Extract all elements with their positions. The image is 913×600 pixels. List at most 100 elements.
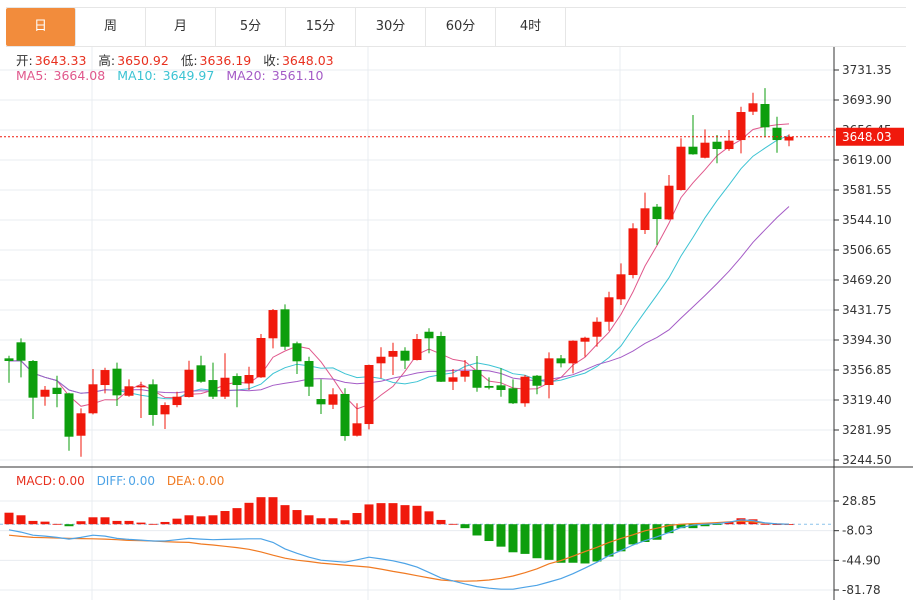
macd-bar [496,524,506,547]
macd-bar [52,523,62,525]
candle-body [376,356,386,364]
candle-body [424,331,434,339]
ma5-value: 3664.08 [53,68,106,83]
price-tick-label: 3394.30 [842,333,892,347]
dea-value: 0.00 [197,474,225,488]
tab-day[interactable]: 日 [6,8,76,46]
candle-body [700,142,710,158]
tab-5min[interactable]: 5分 [216,8,286,46]
price-tick-label: 3281.95 [842,423,892,437]
candle-body [100,370,110,386]
ma20-line [8,206,790,394]
macd-value: 0.00 [58,474,85,488]
kline-chart[interactable]: 3731.353693.903656.453619.003581.553544.… [0,0,913,600]
tab-60min[interactable]: 60分 [426,8,496,46]
macd-bar [484,524,494,542]
tab-30min[interactable]: 30分 [356,8,426,46]
ma10-line [8,134,790,400]
macd-bar [100,517,110,525]
tab-15min[interactable]: 15分 [286,8,356,46]
candle-body [604,297,614,322]
close-value: 3648.03 [281,53,334,68]
candle-body [784,136,794,141]
tab-4hour[interactable]: 4时 [496,8,566,46]
candle-body [184,369,194,398]
candle-body [760,104,770,128]
ma10-label: MA10: [117,68,157,83]
macd-bar [436,519,446,525]
price-tick-label: 3731.35 [842,63,892,77]
macd-bar [184,515,194,525]
macd-bar [40,521,50,525]
macd-bar [316,518,326,525]
candle-body [712,141,722,150]
macd-bar [424,511,434,525]
candle-body [748,103,758,112]
candle-body [556,358,566,364]
candle-body [448,377,458,382]
macd-bar [400,505,410,525]
diff-value: 0.00 [128,474,155,488]
candle-body [508,388,518,404]
macd-bar [88,517,98,525]
candle-body [520,376,530,404]
macd-bar [388,503,398,525]
period-tabs: 日 周 月 5分 15分 30分 60分 4时 [6,7,906,47]
moving-average-lines [8,123,790,410]
price-tick-label: 3581.55 [842,183,892,197]
candle-body [472,370,482,388]
macd-bar [328,518,338,525]
price-tick-label: 3356.85 [842,363,892,377]
macd-bar [196,516,206,525]
macd-bar [364,504,374,525]
price-tick-label: 3506.65 [842,243,892,257]
candle-body [532,375,542,386]
candle-body [280,309,290,347]
macd-bar [220,511,230,525]
macd-bar [544,524,554,560]
candle-body [724,140,734,150]
price-tick-label: 3693.90 [842,93,892,107]
price-tick-label: 3469.20 [842,273,892,287]
candle-body [496,385,506,390]
tab-month[interactable]: 月 [146,8,216,46]
ma-legend: MA5: 3664.08 MA10: 3649.97 MA20: 3561.10 [16,68,325,83]
price-tick-label: 3431.75 [842,303,892,317]
macd-tick-label: 28.85 [842,494,876,508]
macd-bar [268,497,278,525]
candle-body [172,396,182,406]
candle-body [400,350,410,361]
candle-body [208,380,218,397]
candle-body [88,384,98,414]
macd-bar [556,524,566,563]
candle-body [460,371,470,377]
candle-body [628,228,638,276]
candle-body [736,112,746,141]
open-label: 开: [16,53,33,68]
close-label: 收: [263,53,280,68]
price-tick-label: 3619.00 [842,153,892,167]
candle-body [676,146,686,191]
macd-bar [304,515,314,525]
candle-body [484,385,494,388]
candle-body [196,365,206,382]
candle-body [112,368,122,396]
candles [4,88,794,457]
price-tick-label: 3319.40 [842,393,892,407]
ma10-value: 3649.97 [162,68,215,83]
candle-body [40,389,50,397]
macd-legend: MACD: 0.00 DIFF: 0.00 DEA: 0.00 [16,474,226,488]
macd-bar [136,522,146,525]
candle-body [592,321,602,337]
candle-body [232,376,242,386]
candle-body [436,335,446,382]
macd-bar [460,524,470,529]
tab-week[interactable]: 周 [76,8,146,46]
dea-label: DEA: [166,474,196,488]
macd-bar [28,520,38,525]
ohlc-legend: 开: 3643.33 高: 3650.92 低: 3636.19 收: 3648.03 [16,50,342,69]
macd-bar [172,518,182,525]
candle-body [568,340,578,364]
candle-body [220,377,230,397]
candle-body [328,394,338,405]
